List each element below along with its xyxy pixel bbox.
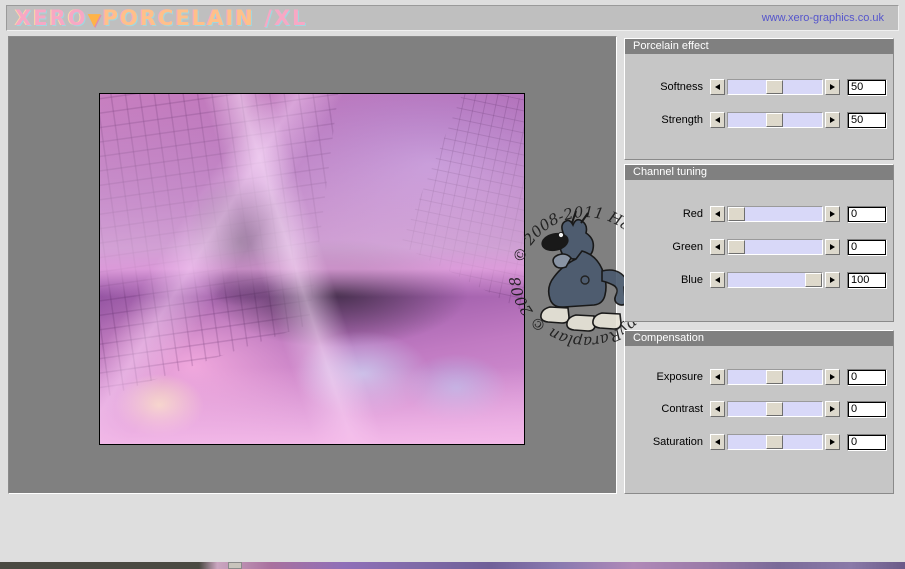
label-softness: Softness (660, 81, 703, 93)
slider-thumb[interactable] (765, 402, 783, 416)
slider-left-arrow-icon[interactable] (710, 401, 725, 417)
slider-right-arrow-icon[interactable] (825, 206, 840, 222)
slider-right-arrow-icon[interactable] (825, 112, 840, 128)
label-blue: Blue (680, 274, 703, 286)
slider-red[interactable] (710, 206, 840, 222)
slider-left-arrow-icon[interactable] (710, 239, 725, 255)
background-window-strip (0, 562, 905, 569)
slider-softness[interactable] (710, 79, 840, 95)
value-strength[interactable]: 50 (847, 112, 887, 129)
slider-contrast[interactable] (710, 401, 840, 417)
preview-panel[interactable] (8, 36, 617, 494)
slider-row-strength: Strength 50 (625, 112, 895, 129)
slider-right-arrow-icon[interactable] (825, 369, 840, 385)
slider-green[interactable] (710, 239, 840, 255)
slider-thumb[interactable] (765, 370, 783, 384)
value-red[interactable]: 0 (847, 206, 887, 223)
title-bar: XERO▼PORCELAIN /XL www.xero-graphics.co.… (6, 5, 899, 31)
slider-thumb[interactable] (765, 113, 783, 127)
label-strength: Strength (661, 114, 703, 126)
slider-row-saturation: Saturation 0 (625, 434, 895, 451)
slider-right-arrow-icon[interactable] (825, 239, 840, 255)
slider-saturation[interactable] (710, 434, 840, 450)
slider-right-arrow-icon[interactable] (825, 272, 840, 288)
slider-row-green: Green 0 (625, 239, 895, 256)
slider-right-arrow-icon[interactable] (825, 401, 840, 417)
slider-right-arrow-icon[interactable] (825, 79, 840, 95)
slider-left-arrow-icon[interactable] (710, 434, 725, 450)
slider-track[interactable] (727, 112, 823, 128)
value-saturation[interactable]: 0 (847, 434, 887, 451)
group-compensation: Compensation Exposure 0 Contrast 0 Satur… (624, 330, 894, 494)
label-green: Green (672, 241, 703, 253)
value-exposure[interactable]: 0 (847, 369, 887, 386)
label-saturation: Saturation (652, 436, 703, 448)
bottom-toolbar: + 50% − 1:1 Fit Load Save Random Reset A… (0, 500, 905, 562)
label-contrast: Contrast (661, 403, 703, 415)
slider-left-arrow-icon[interactable] (710, 369, 725, 385)
slider-exposure[interactable] (710, 369, 840, 385)
group-porcelain-effect: Porcelain effect Softness 50 Strength 50 (624, 38, 894, 160)
slider-thumb[interactable] (728, 207, 745, 221)
value-contrast[interactable]: 0 (847, 401, 887, 418)
label-red: Red (682, 208, 703, 220)
slider-thumb[interactable] (728, 240, 745, 254)
slider-track[interactable] (727, 206, 823, 222)
value-blue[interactable]: 100 (847, 272, 887, 289)
slider-track[interactable] (727, 79, 823, 95)
slider-thumb[interactable] (805, 273, 823, 287)
app-logo: XERO▼PORCELAIN /XL (15, 7, 307, 32)
preview-image[interactable] (99, 93, 525, 445)
slider-left-arrow-icon[interactable] (710, 272, 725, 288)
artwork-bottom-glow (100, 94, 524, 444)
slider-left-arrow-icon[interactable] (710, 79, 725, 95)
slider-track[interactable] (727, 272, 823, 288)
slider-row-softness: Softness 50 (625, 79, 895, 96)
logo-triangle-icon: ▼ (87, 10, 103, 30)
slider-track[interactable] (727, 401, 823, 417)
label-exposure: Exposure (656, 371, 703, 383)
group-title-compensation: Compensation (625, 331, 893, 346)
logo-porcelain: PORCELAIN (102, 6, 255, 30)
group-title-porcelain: Porcelain effect (625, 39, 893, 54)
slider-strength[interactable] (710, 112, 840, 128)
website-link[interactable]: www.xero-graphics.co.uk (762, 12, 884, 24)
xero-porcelain-dialog: XERO▼PORCELAIN /XL www.xero-graphics.co.… (0, 0, 905, 569)
slider-blue[interactable] (710, 272, 840, 288)
value-green[interactable]: 0 (847, 239, 887, 256)
slider-right-arrow-icon[interactable] (825, 434, 840, 450)
value-softness[interactable]: 50 (847, 79, 887, 96)
slider-row-red: Red 0 (625, 206, 895, 223)
slider-row-contrast: Contrast 0 (625, 401, 895, 418)
slider-row-exposure: Exposure 0 (625, 369, 895, 386)
group-title-channel: Channel tuning (625, 165, 893, 180)
logo-xero: XERO (15, 6, 88, 30)
slider-left-arrow-icon[interactable] (710, 206, 725, 222)
background-window-tab (228, 562, 242, 569)
logo-xl: /XL (264, 6, 308, 30)
slider-track[interactable] (727, 434, 823, 450)
slider-track[interactable] (727, 369, 823, 385)
slider-thumb[interactable] (765, 80, 783, 94)
slider-left-arrow-icon[interactable] (710, 112, 725, 128)
slider-track[interactable] (727, 239, 823, 255)
group-channel-tuning: Channel tuning Red 0 Green 0 Blue 100 (624, 164, 894, 322)
slider-thumb[interactable] (765, 435, 783, 449)
slider-row-blue: Blue 100 (625, 272, 895, 289)
